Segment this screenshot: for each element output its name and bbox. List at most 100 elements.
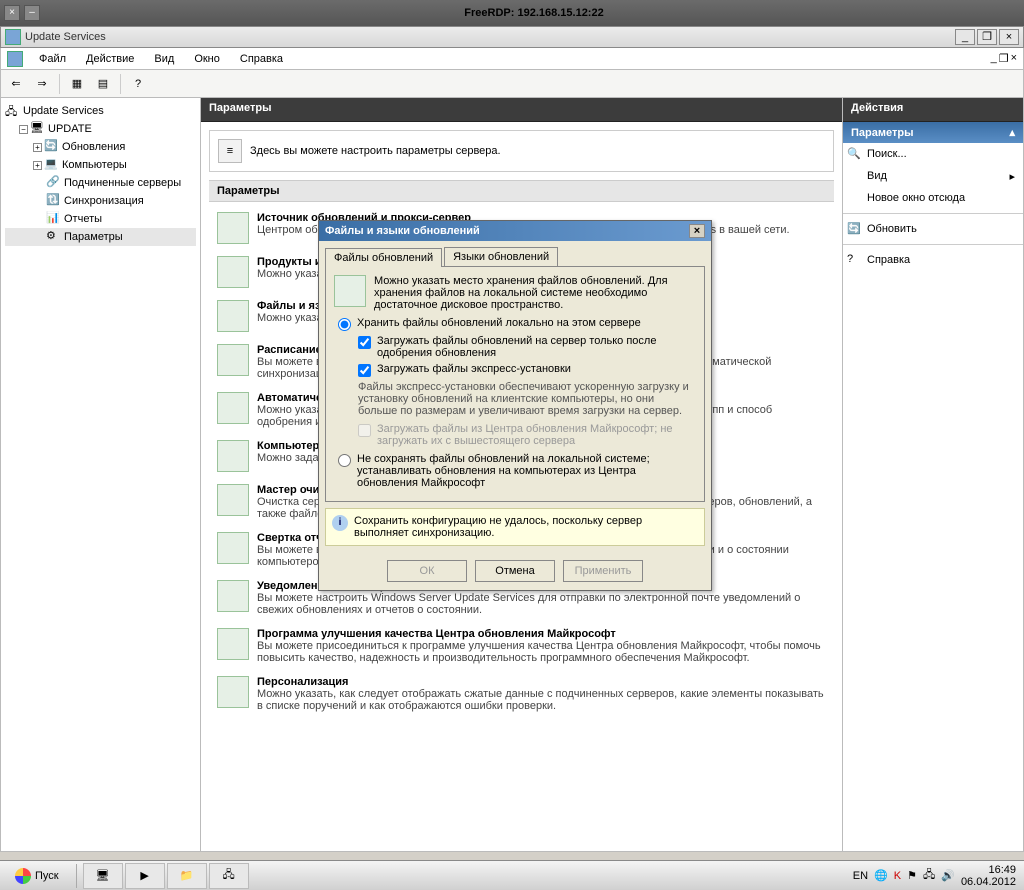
setting-title: Программа улучшения качества Центра обно… xyxy=(257,628,826,640)
tray-flag-icon[interactable]: ⚑ xyxy=(907,869,917,882)
child-minimize-button[interactable]: _ xyxy=(991,52,997,65)
tree-root-label: Update Services xyxy=(23,105,104,117)
back-button[interactable]: ⇐ xyxy=(5,73,27,95)
reports-icon: 📊 xyxy=(46,211,62,227)
opt-store-local[interactable]: Хранить файлы обновлений локально на это… xyxy=(338,317,696,331)
language-indicator[interactable]: EN xyxy=(853,870,868,882)
action-new-window[interactable]: Новое окно отсюда xyxy=(843,187,1023,209)
taskbar-item-powershell[interactable]: ▶ xyxy=(125,863,165,889)
apply-button[interactable]: Применить xyxy=(563,560,643,582)
setting-item[interactable]: ПерсонализацияМожно указать, как следует… xyxy=(213,670,830,718)
tree-downstream-label: Подчиненные серверы xyxy=(64,177,181,189)
tree-options[interactable]: ⚙Параметры xyxy=(5,228,196,246)
setting-desc: Вы можете настроить Windows Server Updat… xyxy=(257,592,800,616)
tree-reports[interactable]: 📊Отчеты xyxy=(5,210,196,228)
checkbox-after-approve[interactable] xyxy=(358,336,371,349)
expand-icon[interactable]: + xyxy=(33,161,42,170)
tray-network-icon[interactable]: 🖧 xyxy=(923,866,935,885)
tree-sync-label: Синхронизация xyxy=(64,195,144,207)
freerdp-minimize-icon[interactable]: – xyxy=(24,5,40,21)
files-page-icon xyxy=(334,275,366,307)
server-icon: 🖥 xyxy=(30,121,46,137)
setting-desc: Вы можете присоединиться к программе улу… xyxy=(257,640,821,664)
collapse-icon[interactable]: ▴ xyxy=(1009,126,1015,139)
chk-after-approve[interactable]: Загружать файлы обновлений на сервер тол… xyxy=(358,335,696,359)
dialog-intro: Можно указать место хранения файлов обно… xyxy=(374,275,696,311)
child-close-button[interactable]: × xyxy=(1011,52,1017,65)
menu-window[interactable]: Окно xyxy=(186,51,228,67)
show-hide-tree-button[interactable]: ▦ xyxy=(66,73,88,95)
schedule-icon xyxy=(217,344,249,376)
taskbar-item-wsus[interactable]: 🖧 xyxy=(209,863,249,889)
clock-time: 16:49 xyxy=(961,864,1016,876)
tray-icon[interactable]: 🌐 xyxy=(874,869,888,882)
tray-icon[interactable]: K xyxy=(894,870,901,882)
menu-view[interactable]: Вид xyxy=(146,51,182,67)
help-button[interactable]: ? xyxy=(127,73,149,95)
tree-root[interactable]: 🖧Update Services xyxy=(5,102,196,120)
products-icon xyxy=(217,256,249,288)
action-help[interactable]: ?Справка xyxy=(843,249,1023,271)
taskbar-item-explorer[interactable]: 📁 xyxy=(167,863,207,889)
setting-item[interactable]: Программа улучшения качества Центра обно… xyxy=(213,622,830,670)
files-languages-dialog: Файлы и языки обновлений × Файлы обновле… xyxy=(318,220,712,591)
taskbar-item-server[interactable]: 🖥 xyxy=(83,863,123,889)
downstream-icon: 🔗 xyxy=(46,175,62,191)
tree-server-label: UPDATE xyxy=(48,123,92,135)
search-icon: 🔍 xyxy=(847,147,863,163)
tray-sound-icon[interactable]: 🔊 xyxy=(941,869,955,882)
tree-sync[interactable]: 🔃Синхронизация xyxy=(5,192,196,210)
tree-server[interactable]: −🖥UPDATE xyxy=(5,120,196,138)
tree-options-label: Параметры xyxy=(64,231,123,243)
tree-updates-label: Обновления xyxy=(62,141,125,153)
action-refresh[interactable]: 🔄Обновить xyxy=(843,218,1023,240)
update-services-icon: 🖧 xyxy=(5,103,21,119)
child-restore-button[interactable]: ❐ xyxy=(999,52,1009,65)
close-button[interactable]: × xyxy=(999,29,1019,45)
intro-text: Здесь вы можете настроить параметры серв… xyxy=(250,145,501,157)
opt-no-store[interactable]: Не сохранять файлы обновлений на локальн… xyxy=(338,453,696,489)
menu-action[interactable]: Действие xyxy=(78,51,142,67)
start-button[interactable]: Пуск xyxy=(4,863,70,889)
tree-downstream[interactable]: 🔗Подчиненные серверы xyxy=(5,174,196,192)
tab-languages[interactable]: Языки обновлений xyxy=(444,247,558,266)
settings-icon: ≡ xyxy=(218,139,242,163)
tab-files[interactable]: Файлы обновлений xyxy=(325,248,442,267)
mmc-titlebar: Update Services _ ❐ × xyxy=(0,26,1024,48)
radio-store-local[interactable] xyxy=(338,318,351,331)
menu-file[interactable]: Файл xyxy=(31,51,74,67)
checkbox-express[interactable] xyxy=(358,364,371,377)
tree-computers-label: Компьютеры xyxy=(62,159,127,171)
setting-title: Персонализация xyxy=(257,676,826,688)
ceip-icon xyxy=(217,628,249,660)
refresh-icon: 🔄 xyxy=(847,222,863,238)
collapse-icon[interactable]: − xyxy=(19,125,28,134)
menu-help[interactable]: Справка xyxy=(232,51,291,67)
tree-pane: 🖧Update Services −🖥UPDATE +🔄Обновления +… xyxy=(1,98,201,851)
computers-icon xyxy=(217,440,249,472)
clock-date: 06.04.2012 xyxy=(961,876,1016,888)
forward-button[interactable]: ⇒ xyxy=(31,73,53,95)
setting-desc: Можно указать, как следует отображать сж… xyxy=(257,688,824,712)
clock[interactable]: 16:49 06.04.2012 xyxy=(961,864,1016,888)
mmc-title: Update Services xyxy=(25,31,951,43)
ok-button[interactable]: ОК xyxy=(387,560,467,582)
chk-express[interactable]: Загружать файлы экспресс-установки xyxy=(358,363,696,377)
properties-button[interactable]: ▤ xyxy=(92,73,114,95)
radio-no-store[interactable] xyxy=(338,454,351,467)
cancel-button[interactable]: Отмена xyxy=(475,560,555,582)
tree-updates[interactable]: +🔄Обновления xyxy=(5,138,196,156)
options-icon: ⚙ xyxy=(46,229,62,245)
actions-header: Действия xyxy=(843,98,1023,122)
action-view[interactable]: Вид▸ xyxy=(843,165,1023,187)
mmc-app-icon xyxy=(5,29,21,45)
minimize-button[interactable]: _ xyxy=(955,29,975,45)
maximize-button[interactable]: ❐ xyxy=(977,29,997,45)
dialog-titlebar[interactable]: Файлы и языки обновлений × xyxy=(319,221,711,241)
cleanup-icon xyxy=(217,484,249,516)
dialog-close-button[interactable]: × xyxy=(689,224,705,238)
action-search[interactable]: 🔍Поиск... xyxy=(843,143,1023,165)
expand-icon[interactable]: + xyxy=(33,143,42,152)
tree-computers[interactable]: +💻Компьютеры xyxy=(5,156,196,174)
freerdp-close-icon[interactable]: × xyxy=(4,5,20,21)
